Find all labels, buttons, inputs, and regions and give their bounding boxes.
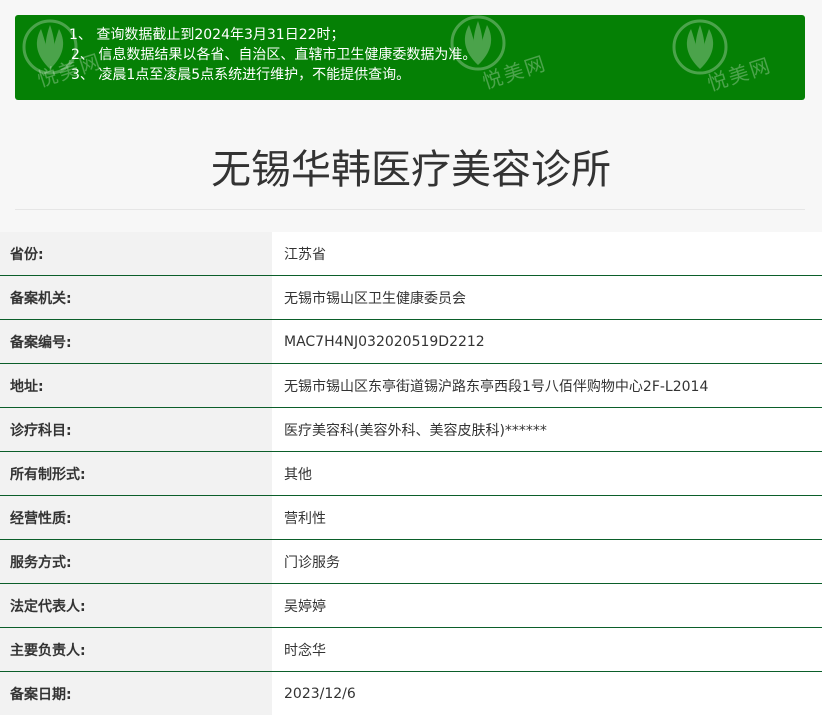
- field-value: 无锡市锡山区卫生健康委员会: [272, 276, 822, 319]
- field-label: 所有制形式:: [0, 452, 272, 495]
- table-row-registration-authority: 备案机关: 无锡市锡山区卫生健康委员会: [0, 276, 822, 320]
- clinic-details-table: 省份: 江苏省 备案机关: 无锡市锡山区卫生健康委员会 备案编号: MAC7H4…: [0, 232, 822, 715]
- field-label: 经营性质:: [0, 496, 272, 539]
- field-value: MAC7H4NJ032020519D2212: [272, 320, 822, 363]
- field-label: 法定代表人:: [0, 584, 272, 627]
- title-divider: [15, 209, 805, 210]
- field-value: 江苏省: [272, 232, 822, 275]
- notice-line-1: 1、 查询数据截止到2024年3月31日22时；: [69, 27, 345, 43]
- field-label: 主要负责人:: [0, 628, 272, 671]
- notice-banner: 悦美网 悦美网 悦美网 1、 查询数据截止到2024年3月31日22时； 2、 …: [15, 15, 805, 100]
- field-value: 医疗美容科(美容外科、美容皮肤科)******: [272, 408, 822, 451]
- field-label: 备案机关:: [0, 276, 272, 319]
- table-row-business-nature: 经营性质: 营利性: [0, 496, 822, 540]
- table-row-service-mode: 服务方式: 门诊服务: [0, 540, 822, 584]
- field-label: 地址:: [0, 364, 272, 407]
- table-row-departments: 诊疗科目: 医疗美容科(美容外科、美容皮肤科)******: [0, 408, 822, 452]
- table-row-principal: 主要负责人: 时念华: [0, 628, 822, 672]
- field-value: 其他: [272, 452, 822, 495]
- notice-line-2: 2、 信息数据结果以各省、自治区、直辖市卫生健康委数据为准。: [71, 47, 477, 63]
- table-row-ownership: 所有制形式: 其他: [0, 452, 822, 496]
- table-row-registration-number: 备案编号: MAC7H4NJ032020519D2212: [0, 320, 822, 364]
- field-label: 诊疗科目:: [0, 408, 272, 451]
- field-label: 备案编号:: [0, 320, 272, 363]
- notice-line-3: 3、 凌晨1点至凌晨5点系统进行维护，不能提供查询。: [71, 67, 411, 83]
- field-value: 吴婷婷: [272, 584, 822, 627]
- field-value: 营利性: [272, 496, 822, 539]
- table-row-address: 地址: 无锡市锡山区东亭街道锡沪路东亭西段1号八佰伴购物中心2F-L2014: [0, 364, 822, 408]
- field-label: 省份:: [0, 232, 272, 275]
- field-value: 门诊服务: [272, 540, 822, 583]
- field-label: 服务方式:: [0, 540, 272, 583]
- field-value: 时念华: [272, 628, 822, 671]
- table-row-legal-representative: 法定代表人: 吴婷婷: [0, 584, 822, 628]
- field-value: 无锡市锡山区东亭街道锡沪路东亭西段1号八佰伴购物中心2F-L2014: [272, 364, 822, 407]
- clinic-title: 无锡华韩医疗美容诊所: [211, 147, 611, 193]
- table-row-province: 省份: 江苏省: [0, 232, 822, 276]
